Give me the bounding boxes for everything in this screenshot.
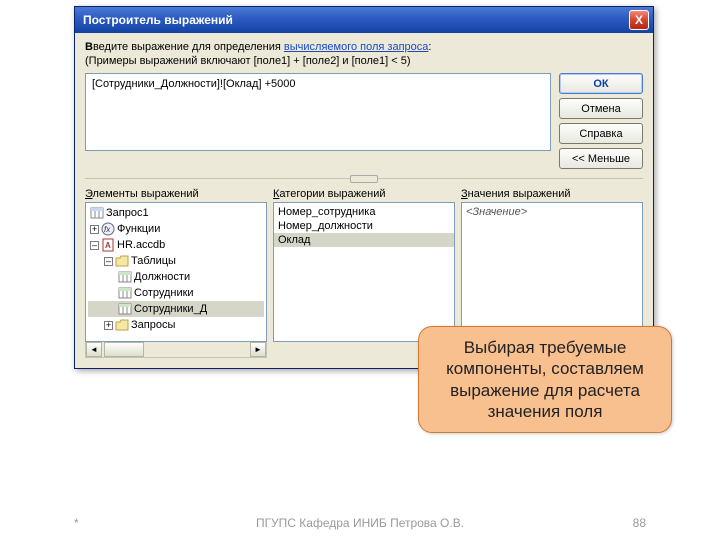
tree-label: Должности: [134, 271, 190, 283]
folder-icon: [115, 254, 129, 268]
query-icon: [90, 206, 104, 220]
help-button[interactable]: Справка: [559, 123, 643, 144]
dialog-window: Построитель выражений X Введите выражени…: [74, 6, 654, 369]
values-list[interactable]: <Значение>: [461, 202, 643, 342]
elements-tree[interactable]: Запрос1 + fx Функции – A HR.accdb: [85, 202, 267, 342]
list-item[interactable]: Номер_должности: [274, 219, 454, 233]
tree-label: HR.accdb: [117, 239, 165, 251]
svg-text:A: A: [105, 241, 111, 250]
prompt-text: ведите выражение для определения: [93, 41, 284, 53]
svg-text:fx: fx: [104, 225, 111, 234]
annotation-callout: Выбирая требуемые компоненты, составляем…: [418, 326, 672, 433]
tree-item-table-selected[interactable]: Сотрудники_Д: [88, 301, 264, 317]
elements-column: Элементы выражений Запрос1 + fx Функции: [85, 188, 267, 358]
window-title: Построитель выражений: [83, 13, 629, 27]
tree-item-table[interactable]: Должности: [88, 269, 264, 285]
h-scrollbar[interactable]: ◄ ►: [85, 342, 267, 358]
examples-line: (Примеры выражений включают [поле1] + [п…: [85, 55, 643, 67]
access-icon: A: [101, 238, 115, 252]
tree-item-queries[interactable]: + Запросы: [88, 317, 264, 333]
table-icon: [118, 286, 132, 300]
expand-icon[interactable]: +: [104, 321, 113, 330]
tree-label: Таблицы: [131, 255, 176, 267]
tree-label: Сотрудники: [134, 287, 194, 299]
scroll-track[interactable]: [144, 342, 250, 357]
table-icon: [118, 270, 132, 284]
titlebar[interactable]: Построитель выражений X: [75, 7, 653, 33]
scroll-thumb[interactable]: [104, 342, 144, 357]
button-column: ОК Отмена Справка << Меньше: [559, 73, 643, 169]
collapse-icon[interactable]: –: [90, 241, 99, 250]
prompt-colon: :: [428, 41, 431, 53]
tree-item-query[interactable]: Запрос1: [88, 205, 264, 221]
elements-header: Элементы выражений: [85, 188, 267, 200]
elements-header-text: лементы выражений: [93, 188, 199, 200]
expand-icon[interactable]: +: [90, 225, 99, 234]
values-header: Значения выражений: [461, 188, 643, 200]
dialog-body: Введите выражение для определения вычисл…: [75, 33, 653, 368]
tree-label: Запрос1: [106, 207, 149, 219]
folder-icon: [115, 318, 129, 332]
tree-label: Запросы: [131, 319, 175, 331]
prompt-link[interactable]: вычисляемого поля запроса: [284, 41, 428, 53]
fx-icon: fx: [101, 222, 115, 236]
list-item-selected[interactable]: Оклад: [274, 233, 454, 247]
scroll-right-icon[interactable]: ►: [250, 342, 266, 357]
scroll-left-icon[interactable]: ◄: [86, 342, 102, 357]
close-button[interactable]: X: [629, 10, 649, 30]
tree-item-functions[interactable]: + fx Функции: [88, 221, 264, 237]
slide-number: 88: [633, 516, 646, 530]
expression-text: [Сотрудники_Должности]![Оклад] +5000: [92, 78, 295, 90]
less-button[interactable]: << Меньше: [559, 148, 643, 169]
tree-item-tables[interactable]: – Таблицы: [88, 253, 264, 269]
cancel-button[interactable]: Отмена: [559, 98, 643, 119]
categories-header: Категории выражений: [273, 188, 455, 200]
tree-label: Сотрудники_Д: [134, 303, 207, 315]
collapse-icon[interactable]: –: [104, 257, 113, 266]
prompt-bold: В: [85, 41, 93, 53]
tree-item-table[interactable]: Сотрудники: [88, 285, 264, 301]
close-icon: X: [635, 13, 643, 27]
splitter[interactable]: [85, 175, 643, 182]
expression-row: [Сотрудники_Должности]![Оклад] +5000 ОК …: [85, 73, 643, 169]
list-item[interactable]: Номер_сотрудника: [274, 205, 454, 219]
categories-list[interactable]: Номер_сотрудника Номер_должности Оклад: [273, 202, 455, 342]
ok-button[interactable]: ОК: [559, 73, 643, 94]
prompt-line: Введите выражение для определения вычисл…: [85, 41, 643, 53]
footer-mid: ПГУПС Кафедра ИНИБ Петрова О.В.: [0, 516, 720, 530]
tree-item-db[interactable]: – A HR.accdb: [88, 237, 264, 253]
expression-input[interactable]: [Сотрудники_Должности]![Оклад] +5000: [85, 73, 551, 151]
table-icon: [118, 302, 132, 316]
tree-label: Функции: [117, 223, 160, 235]
value-placeholder[interactable]: <Значение>: [462, 205, 642, 219]
